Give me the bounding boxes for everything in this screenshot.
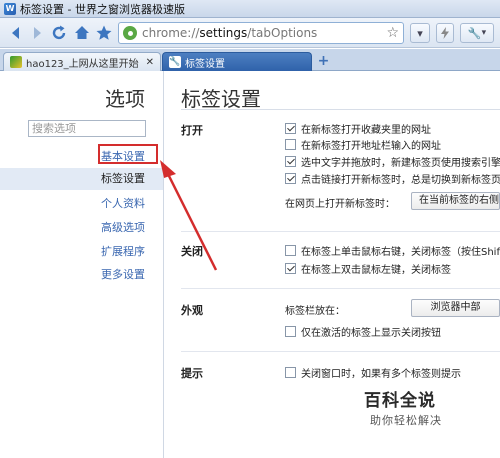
- checkbox[interactable]: [285, 139, 296, 150]
- window-title: 标签设置 - 世界之窗浏览器极速版: [20, 2, 185, 16]
- divider: [181, 351, 500, 352]
- divider: [181, 109, 500, 110]
- sidebar-item-profile[interactable]: 个人资料: [101, 195, 145, 211]
- back-icon[interactable]: [6, 23, 26, 43]
- checkbox[interactable]: [285, 123, 296, 134]
- option-confirm-close-window[interactable]: 关闭窗口时，如果有多个标签则提示: [285, 365, 461, 380]
- refresh-icon[interactable]: [49, 23, 69, 43]
- section-appearance-label: 外观: [181, 304, 203, 317]
- tab-bar-position-select[interactable]: 浏览器中部: [411, 299, 500, 317]
- sidebar: 选项 搜索选项 基本设置 标签设置 个人资料 高级选项 扩展程序 更多设置: [0, 71, 164, 458]
- new-tab-position-label: 在网页上打开新标签时：: [285, 199, 395, 210]
- section-close-label: 关闭: [181, 245, 203, 258]
- bookmark-star-icon[interactable]: ☆: [386, 25, 399, 41]
- sidebar-title: 选项: [105, 87, 145, 111]
- option-close-button-active-only[interactable]: 仅在激活的标签上显示关闭按钮: [285, 324, 441, 339]
- wrench-icon: 🔧: [467, 26, 482, 40]
- search-input[interactable]: 搜索选项: [28, 120, 146, 137]
- section-tips-label: 提示: [181, 367, 203, 380]
- home-icon[interactable]: [72, 23, 92, 43]
- new-tab-position-select[interactable]: 在当前标签的右侧: [411, 192, 500, 210]
- watermark-subtitle: 助你轻松解决: [370, 414, 442, 427]
- new-tab-plus-icon[interactable]: +: [317, 54, 330, 68]
- checkbox[interactable]: [285, 173, 296, 184]
- highlight-box: [98, 144, 158, 164]
- tools-menu-button[interactable]: 🔧 ▾: [460, 23, 494, 43]
- address-url[interactable]: chrome://settings/tabOptions: [142, 26, 317, 40]
- checkbox[interactable]: [285, 263, 296, 274]
- tab-hao123[interactable]: hao123_上网从这里开始 ✕: [3, 52, 161, 71]
- page-title: 标签设置: [181, 87, 261, 111]
- close-tab-icon[interactable]: ✕: [140, 57, 154, 68]
- tab-strip: hao123_上网从这里开始 ✕ 🔧 标签设置: [0, 49, 500, 71]
- tab-tab-settings[interactable]: 🔧 标签设置: [162, 52, 312, 71]
- option-double-click-close[interactable]: 在标签上双击鼠标左键，关闭标签: [285, 261, 451, 276]
- page-info-icon[interactable]: [123, 26, 137, 40]
- main-content: 标签设置 打开 在新标签打开收藏夹里的网址 在新标签打开地址栏输入的网址 选中文…: [165, 71, 500, 458]
- sidebar-item-advanced[interactable]: 高级选项: [101, 219, 145, 235]
- sidebar-item-tab-settings[interactable]: 标签设置: [0, 168, 163, 190]
- section-open-label: 打开: [181, 124, 203, 137]
- option-right-click-close[interactable]: 在标签上单击鼠标右键，关闭标签（按住Shift右: [285, 243, 500, 258]
- sidebar-item-more-settings[interactable]: 更多设置: [101, 266, 145, 282]
- divider: [181, 231, 500, 232]
- title-bar: W 标签设置 - 世界之窗浏览器极速版: [0, 0, 500, 18]
- dropdown-arrow-icon[interactable]: ▾: [410, 23, 430, 43]
- app-icon: W: [4, 2, 16, 15]
- toolbar: chrome://settings/tabOptions ☆ ▾ 🔧 ▾: [0, 18, 500, 48]
- tab-label: hao123_上网从这里开始: [26, 58, 139, 70]
- tab-label: 标签设置: [185, 58, 225, 70]
- watermark-title: 百科全说: [364, 391, 436, 411]
- forward-icon[interactable]: [27, 23, 47, 43]
- checkbox[interactable]: [285, 245, 296, 256]
- option-open-favorites-new-tab[interactable]: 在新标签打开收藏夹里的网址: [285, 121, 431, 136]
- checkbox[interactable]: [285, 326, 296, 337]
- checkbox[interactable]: [285, 156, 296, 167]
- tab-bar-position-label: 标签栏放在：: [285, 306, 345, 317]
- hao123-favicon-icon: [10, 56, 22, 68]
- divider: [181, 288, 500, 289]
- option-open-address-new-tab[interactable]: 在新标签打开地址栏输入的网址: [285, 137, 441, 152]
- sidebar-item-extensions[interactable]: 扩展程序: [101, 243, 145, 259]
- option-drag-text-search[interactable]: 选中文字并拖放时，新建标签页使用搜索引擎搜: [285, 154, 500, 169]
- checkbox[interactable]: [285, 367, 296, 378]
- lightning-icon[interactable]: [436, 23, 454, 43]
- settings-wrench-icon: 🔧: [169, 56, 181, 68]
- address-bar[interactable]: chrome://settings/tabOptions ☆: [118, 22, 404, 44]
- option-switch-to-new-tab[interactable]: 点击链接打开新标签时，总是切换到新标签页: [285, 171, 500, 186]
- favorites-star-icon[interactable]: [94, 23, 114, 43]
